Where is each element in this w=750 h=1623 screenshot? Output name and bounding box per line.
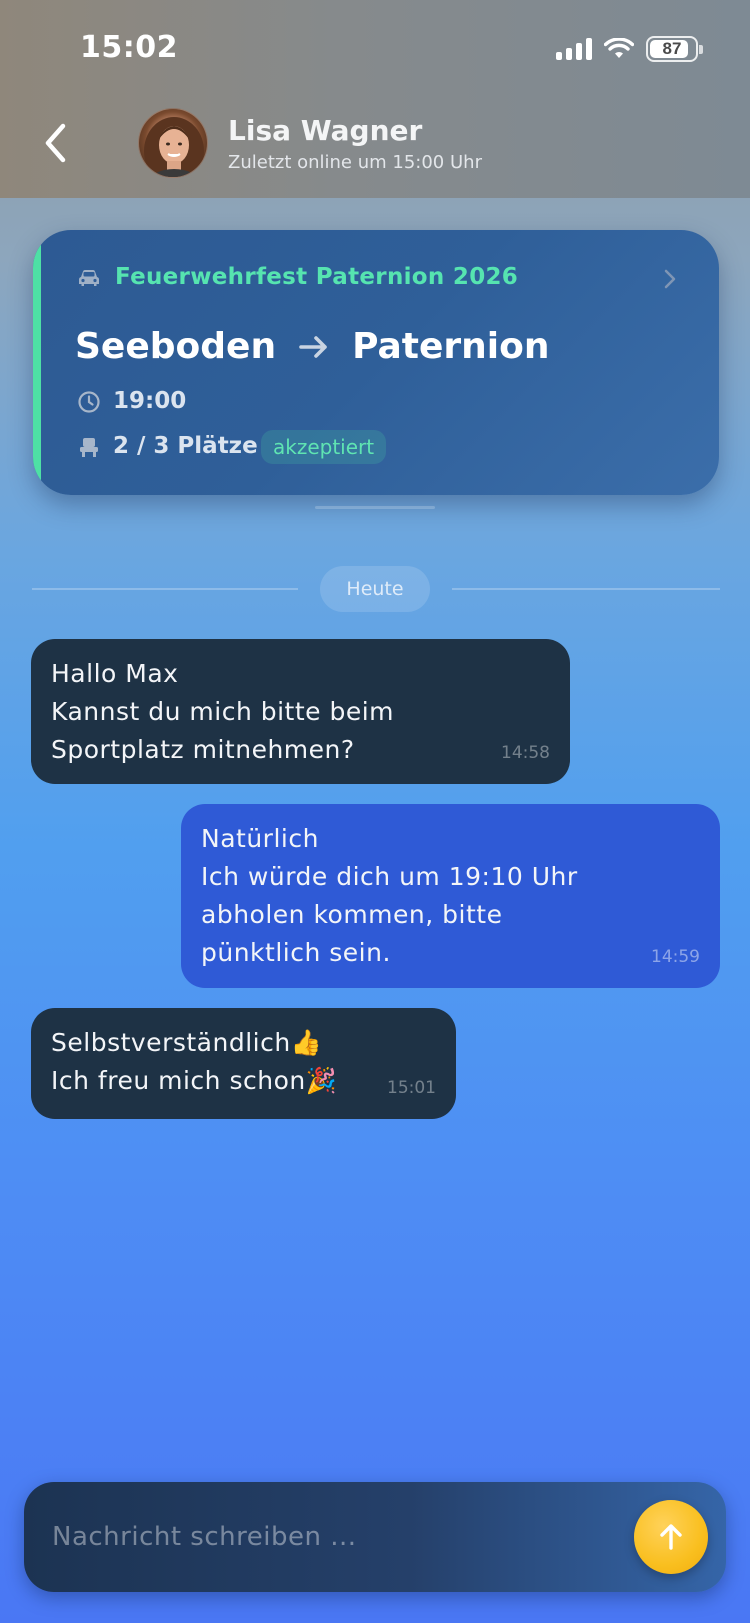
chevron-right-icon: [664, 269, 676, 289]
message-bubble-incoming[interactable]: Hallo Max Kannst du mich bitte beim Spor…: [31, 639, 570, 784]
message-time: 14:59: [651, 947, 700, 967]
message-time: 15:01: [387, 1078, 436, 1098]
ride-route: Seeboden Paternion: [75, 326, 550, 367]
message-time: 14:58: [501, 743, 550, 763]
date-divider: Heute: [320, 566, 430, 612]
contact-status: Zuletzt online um 15:00 Uhr: [228, 152, 482, 173]
divider-line-right: [452, 588, 720, 590]
message-line: Sportplatz mitnehmen?: [51, 735, 355, 764]
message-line: Selbstverständlich👍: [51, 1028, 323, 1057]
message-input[interactable]: [52, 1512, 612, 1562]
arrow-right-icon: [298, 334, 330, 360]
message-line: Natürlich: [201, 824, 319, 853]
clock-icon: [78, 391, 100, 413]
contact-name[interactable]: Lisa Wagner: [228, 114, 422, 147]
top-bar: 15:02 87 Lisa Wagner Zuletzt online um 1…: [0, 0, 750, 198]
avatar-image: [144, 117, 204, 177]
status-time: 15:02: [80, 30, 178, 65]
send-button[interactable]: [634, 1500, 708, 1574]
arrow-up-icon: [660, 1524, 682, 1550]
status-badge: akzeptiert: [261, 430, 387, 464]
message-line: Kannst du mich bitte beim: [51, 697, 395, 726]
battery-level: 87: [662, 39, 682, 58]
message-line: Ich freu mich schon🎉: [51, 1066, 338, 1095]
divider-line-left: [32, 588, 298, 590]
status-icons: 87: [556, 36, 703, 62]
ride-card[interactable]: Feuerwehrfest Paternion 2026 Seeboden Pa…: [33, 230, 719, 495]
message-composer: [24, 1482, 726, 1592]
ride-to: Paternion: [352, 326, 550, 367]
ride-time: 19:00: [113, 388, 187, 414]
car-icon: [79, 270, 99, 286]
ride-event-title: Feuerwehrfest Paternion 2026: [115, 264, 519, 290]
avatar[interactable]: [138, 108, 208, 178]
scroll-indicator: [315, 506, 435, 509]
wifi-icon: [604, 38, 634, 58]
back-button[interactable]: [36, 118, 76, 168]
signal-icon: [556, 38, 592, 60]
battery-icon: 87: [646, 36, 703, 62]
ride-seats: 2 / 3 Plätze: [113, 433, 258, 459]
chevron-left-icon: [45, 123, 66, 163]
message-line: abholen kommen, bitte: [201, 900, 503, 929]
message-line: Hallo Max: [51, 659, 179, 688]
ride-from: Seeboden: [75, 326, 277, 367]
message-line: pünktlich sein.: [201, 938, 391, 967]
seat-icon: [80, 438, 98, 457]
message-bubble-incoming[interactable]: Selbstverständlich👍 Ich freu mich schon🎉…: [31, 1008, 456, 1119]
message-bubble-outgoing[interactable]: Natürlich Ich würde dich um 19:10 Uhr ab…: [181, 804, 720, 988]
message-line: Ich würde dich um 19:10 Uhr: [201, 862, 578, 891]
